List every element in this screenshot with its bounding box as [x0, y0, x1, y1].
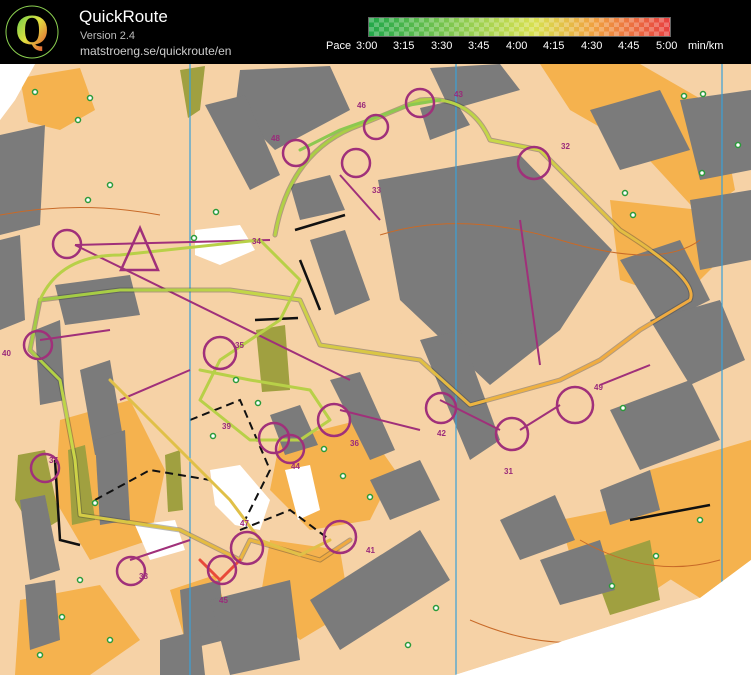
control-label-49: 49 — [594, 383, 603, 392]
pace-tick: 3:30 — [431, 40, 453, 52]
control-label-39: 39 — [222, 422, 231, 431]
pace-unit: min/km — [688, 40, 724, 52]
pace-tick: 3:15 — [393, 40, 415, 52]
control-label-37: 37 — [49, 456, 58, 465]
pace-tick: 3:00 — [356, 40, 378, 52]
control-label-47: 47 — [240, 519, 249, 528]
pace-tick: 5:00 — [656, 40, 678, 52]
pace-tick: 4:45 — [618, 40, 640, 52]
control-label-40: 40 — [2, 349, 11, 358]
control-label-48: 48 — [271, 134, 280, 143]
control-label-46: 46 — [357, 101, 366, 110]
control-label-34: 34 — [252, 237, 261, 246]
control-label-44: 44 — [291, 462, 300, 471]
control-label-35: 35 — [235, 341, 244, 350]
quickroute-logo-icon: Q — [5, 5, 59, 59]
pace-tick: 4:30 — [581, 40, 603, 52]
control-label-33: 33 — [372, 186, 381, 195]
app-version: Version 2.4 — [80, 30, 136, 42]
orienteering-map[interactable]: 31 32 33 34 35 36 37 38 39 40 41 42 43 4… — [0, 64, 751, 675]
app-header: Q QuickRoute Version 2.4 matstroeng.se/q… — [0, 0, 751, 64]
control-label-41: 41 — [366, 546, 375, 555]
pace-tick: 4:00 — [506, 40, 528, 52]
control-label-45: 45 — [219, 596, 228, 605]
control-label-43: 43 — [454, 90, 463, 99]
pace-tick: 4:15 — [543, 40, 565, 52]
pace-tick: 3:45 — [468, 40, 490, 52]
control-label-42: 42 — [437, 429, 446, 438]
app-url: matstroeng.se/quickroute/en — [80, 44, 232, 58]
pace-color-bar — [368, 17, 671, 37]
control-label-38: 38 — [139, 572, 148, 581]
logo-letter: Q — [15, 8, 48, 53]
control-label-36: 36 — [350, 439, 359, 448]
pace-label: Pace — [326, 40, 352, 52]
control-label-31: 31 — [504, 467, 513, 476]
control-label-32: 32 — [561, 142, 570, 151]
app-title: QuickRoute — [79, 7, 168, 26]
